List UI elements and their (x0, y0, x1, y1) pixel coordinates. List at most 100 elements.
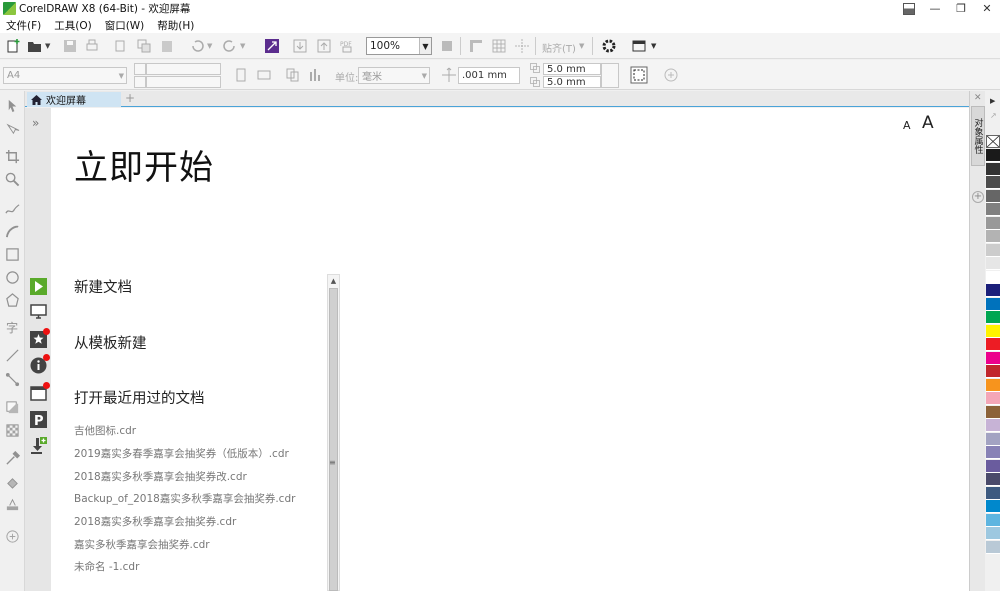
no-color-swatch[interactable] (986, 135, 1000, 148)
show-guidelines-icon[interactable] (514, 38, 530, 54)
transparency-icon[interactable] (5, 423, 20, 438)
artistic-media-icon[interactable] (5, 224, 20, 239)
color-swatch[interactable] (986, 419, 1000, 432)
ellipse-tool-icon[interactable] (5, 270, 20, 285)
page-size-dropdown-icon[interactable]: ▼ (119, 72, 124, 80)
search-content-icon[interactable] (264, 38, 280, 54)
menu-tools[interactable]: 工具(O) (54, 18, 91, 33)
current-page-icon[interactable] (307, 67, 323, 83)
zoom-dropdown-icon[interactable]: ▼ (419, 38, 431, 54)
color-swatch[interactable] (986, 338, 1000, 351)
undo-icon[interactable] (189, 38, 205, 54)
color-swatch[interactable] (986, 351, 1000, 365)
options-gear-icon[interactable] (601, 38, 617, 54)
color-swatch[interactable] (986, 540, 1000, 554)
copy-icon[interactable] (136, 38, 152, 54)
crop-tool-icon[interactable] (5, 149, 20, 164)
publish-pdf-icon[interactable]: PDF (339, 38, 355, 54)
tab-welcome-screen[interactable]: 欢迎屏幕 (27, 92, 121, 107)
new-tab-button[interactable]: + (124, 92, 136, 105)
recent-file-item[interactable]: 未命名 -1.cdr (74, 559, 139, 574)
scrollbar-thumb[interactable] (329, 288, 338, 591)
recent-file-item[interactable]: 嘉实多秋季嘉享会抽奖券.cdr (74, 537, 210, 552)
color-swatch[interactable] (986, 405, 1000, 419)
parallel-dimension-icon[interactable] (5, 348, 20, 363)
font-size-small-button[interactable]: A (903, 119, 911, 132)
rectangle-tool-icon[interactable] (5, 247, 20, 262)
color-swatch[interactable] (986, 270, 1000, 284)
workspace-monitor-icon[interactable] (30, 303, 47, 320)
portrait-icon[interactable] (233, 67, 249, 83)
color-swatch[interactable] (986, 203, 1000, 216)
menu-window[interactable]: 窗口(W) (105, 18, 145, 33)
font-size-large-button[interactable]: A (922, 113, 934, 133)
text-tool-icon[interactable]: 字 (5, 320, 20, 335)
show-grid-icon[interactable] (491, 38, 507, 54)
docker-close-icon[interactable]: ✕ (974, 93, 982, 103)
application-launcher-icon[interactable] (631, 38, 647, 54)
units-select[interactable]: 毫米 ▼ (358, 67, 430, 84)
color-swatch[interactable] (986, 459, 1000, 473)
new-from-template-link[interactable]: 从模板新建 (74, 332, 147, 353)
color-swatch[interactable] (986, 176, 1000, 189)
recent-file-item[interactable]: 2019嘉实多春季嘉享会抽奖券（低版本）.cdr (74, 446, 289, 461)
freehand-tool-icon[interactable] (5, 201, 20, 216)
get-more-download-icon[interactable] (30, 437, 47, 454)
treat-as-filled-icon[interactable] (630, 66, 648, 84)
page-height-field[interactable] (146, 76, 221, 88)
zoom-level-select[interactable]: 100% ▼ (366, 37, 432, 55)
learning-nav[interactable] (30, 354, 50, 374)
color-swatch[interactable] (986, 324, 1000, 338)
menu-file[interactable]: 文件(F) (6, 18, 41, 33)
gallery-nav[interactable] (30, 382, 50, 402)
scroll-up-icon[interactable]: ▲ (328, 275, 339, 287)
menu-help[interactable]: 帮助(H) (157, 18, 194, 33)
color-eyedropper-icon[interactable] (5, 451, 20, 466)
interactive-fill-icon[interactable] (5, 475, 20, 490)
redo-icon[interactable] (222, 38, 238, 54)
all-pages-icon[interactable] (285, 67, 301, 83)
color-swatch[interactable] (986, 284, 1000, 297)
recent-file-item[interactable]: 吉他图标.cdr (74, 423, 136, 438)
cut-icon[interactable] (113, 38, 129, 54)
zoom-tool-icon[interactable] (5, 172, 20, 187)
smart-fill-icon[interactable] (5, 497, 20, 512)
palette-scroll-up-icon[interactable]: ↗ (990, 111, 997, 120)
color-swatch[interactable] (986, 257, 1000, 270)
undo-dropdown-icon[interactable]: ▼ (207, 42, 212, 50)
shape-tool-icon[interactable] (5, 122, 20, 137)
show-rulers-icon[interactable] (468, 38, 484, 54)
duplicate-x-field[interactable]: 5.0 mm (543, 63, 601, 75)
new-document-icon[interactable] (5, 38, 21, 54)
snap-dropdown-icon[interactable]: ▼ (579, 42, 584, 50)
color-swatch[interactable] (986, 162, 1000, 176)
color-swatch[interactable] (986, 311, 1000, 324)
color-swatch[interactable] (986, 243, 1000, 257)
save-icon[interactable] (62, 38, 78, 54)
color-swatch[interactable] (986, 365, 1000, 378)
nudge-distance-field[interactable]: .001 mm (458, 67, 520, 84)
import-icon[interactable] (292, 38, 308, 54)
snap-to-label[interactable]: 贴齐(T) (542, 40, 576, 55)
expand-nav-icon[interactable]: » (32, 116, 39, 130)
open-folder-icon[interactable] (27, 38, 43, 54)
color-swatch[interactable] (986, 500, 1000, 513)
redo-dropdown-icon[interactable]: ▼ (240, 42, 245, 50)
polygon-tool-icon[interactable] (5, 293, 20, 308)
pick-tool-icon[interactable] (5, 98, 20, 113)
duplicate-y-field[interactable]: 5.0 mm (543, 76, 601, 88)
color-swatch[interactable] (986, 216, 1000, 230)
color-swatch[interactable] (986, 446, 1000, 459)
drop-shadow-icon[interactable] (5, 400, 20, 415)
color-swatch[interactable] (986, 527, 1000, 540)
connector-tool-icon[interactable] (5, 372, 20, 387)
recent-list-scrollbar[interactable]: ▲ ≡ (327, 274, 340, 591)
color-swatch[interactable] (986, 189, 1000, 203)
close-button[interactable]: ✕ (974, 0, 1000, 17)
duplicate-spinner[interactable] (601, 63, 619, 88)
export-icon[interactable] (316, 38, 332, 54)
color-swatch[interactable] (986, 392, 1000, 405)
color-swatch[interactable] (986, 486, 1000, 500)
palette-flyout-icon[interactable]: ▶ (990, 97, 995, 105)
color-swatch[interactable] (986, 149, 1000, 162)
